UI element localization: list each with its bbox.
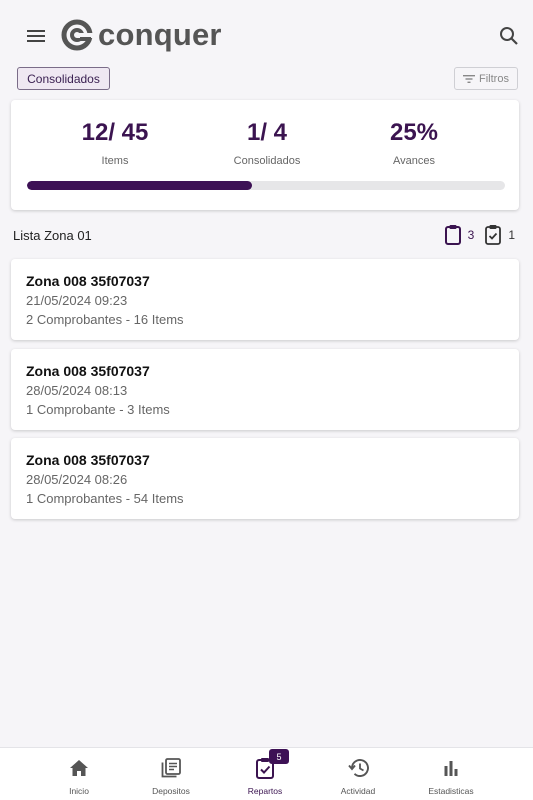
home-icon [67,756,91,780]
nav-repartos-label: Repartos [247,786,283,796]
consolidados-label: Consolidados [233,155,301,167]
consolidados-stat: 1/ 4 Consolidados [197,118,337,167]
history-icon [346,756,370,780]
list-item[interactable]: Zona 008 35f07037 28/05/2024 08:26 1 Com… [11,438,519,519]
nav-inicio[interactable]: Inicio [39,756,119,798]
card-description: 1 Comprobantes - 54 Items [26,491,184,506]
card-date: 28/05/2024 08:13 [26,383,128,398]
card-description: 2 Comprobantes - 16 Items [26,312,184,327]
nav-inicio-label: Inicio [69,786,89,796]
items-stat: 12/ 45 Items [45,118,185,167]
top-app-bar: conquer [0,0,533,70]
list-counts: 3 1 [434,224,515,246]
avances-label: Avances [393,155,435,167]
progress-bar [27,181,505,190]
brand-logo: conquer [60,17,222,53]
nav-actividad-label: Actividad [340,786,376,796]
pending-count[interactable]: 3 [444,224,475,246]
done-count-value: 1 [508,228,515,242]
clipboard-check-icon [485,225,502,245]
consolidados-value: 1/ 4 [246,119,288,146]
list-item[interactable]: Zona 008 35f07037 21/05/2024 09:23 2 Com… [11,259,519,340]
clipboard-icon [444,225,461,245]
card-date: 21/05/2024 09:23 [26,293,128,308]
filters-button[interactable]: Filtros [454,67,518,90]
app-root: conquer Consolidados Filtros 12/ 45 Item… [0,0,533,800]
clipboard-check-icon: 5 [253,749,289,780]
nav-depositos[interactable]: Depositos [131,756,211,798]
pending-count-value: 3 [467,228,475,242]
list-item[interactable]: Zona 008 35f07037 28/05/2024 08:13 1 Com… [11,349,519,430]
avances-value: 25% [389,119,439,146]
avances-stat: 25% Avances [344,118,484,167]
nav-actividad[interactable]: Actividad [318,756,398,798]
nav-estadisticas-label: Estadisticas [428,786,474,796]
brand-logo-mark-icon [61,19,93,51]
card-date: 28/05/2024 08:26 [26,472,128,487]
filters-label: Filtros [479,72,509,85]
items-label: Items [101,155,129,167]
card-title: Zona 008 35f07037 [26,363,150,379]
progress-bar-fill [27,181,252,190]
search-icon[interactable] [497,24,521,48]
nav-depositos-label: Depositos [152,786,190,796]
hamburger-menu-icon[interactable] [24,24,48,48]
list-title: Lista Zona 01 [13,228,92,243]
filter-icon [463,74,476,83]
items-value: 12/ 45 [81,119,149,146]
consolidados-chip[interactable]: Consolidados [17,67,110,90]
done-count[interactable]: 1 [484,224,515,246]
consolidados-chip-label: Consolidados [27,71,100,86]
card-title: Zona 008 35f07037 [26,273,150,289]
summary-card: 12/ 45 Items 1/ 4 Consolidados 25% Avanc… [11,100,519,210]
nav-repartos[interactable]: 5 Repartos [225,749,305,798]
card-description: 1 Comprobante - 3 Items [26,402,170,417]
card-title: Zona 008 35f07037 [26,452,150,468]
brand-name: conquer [98,17,222,52]
bar-chart-icon [439,756,463,780]
notification-badge: 5 [269,749,289,764]
nav-estadisticas[interactable]: Estadisticas [411,756,491,798]
bottom-navigation: Inicio Depositos 5 Repartos Actividad Es… [0,747,533,800]
list-document-icon [159,756,183,780]
